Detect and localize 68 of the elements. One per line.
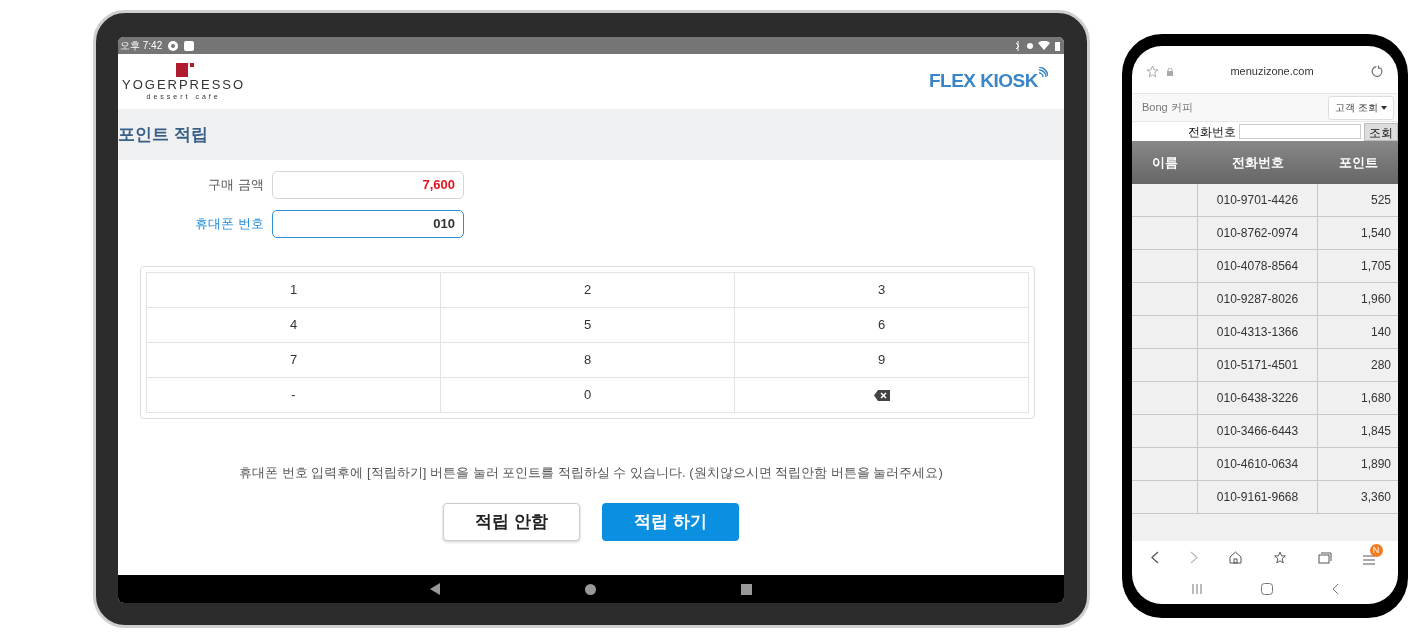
phone-search-field[interactable] bbox=[1239, 124, 1361, 139]
customer-menu-button[interactable]: 고객 조회 bbox=[1328, 95, 1394, 120]
column-header: 포인트 bbox=[1337, 153, 1379, 172]
points-cell-text: 140 bbox=[1369, 324, 1392, 341]
phone-number-cell: 010-4313-1366 bbox=[1198, 316, 1318, 348]
column-header: 전화번호 bbox=[1231, 153, 1285, 172]
keypad-key[interactable]: 0 bbox=[441, 378, 735, 413]
phone-number-cell: 010-8762-0974 bbox=[1198, 217, 1318, 249]
keypad-key[interactable]: 6 bbox=[735, 308, 1029, 343]
home-icon bbox=[585, 583, 596, 595]
keypad-key[interactable]: 4 bbox=[147, 308, 441, 343]
recents-icon bbox=[1191, 584, 1202, 594]
instruction-text: 휴대폰 번호 입력후에 [적립하기] 버튼을 눌러 포인트를 적립하실 수 있습니다. (원치않으시면 적립안함 버튼을 눌러주세요) bbox=[238, 464, 944, 482]
phone-number-cell: 010-9701-4426 bbox=[1198, 184, 1318, 216]
field-label: 구매 금액 bbox=[207, 176, 264, 195]
phone-number-cell: 010-4078-8564 bbox=[1198, 250, 1318, 282]
home-icon bbox=[1229, 551, 1243, 564]
notification-square-icon bbox=[184, 40, 195, 51]
points-cell-text: 1,960 bbox=[1359, 291, 1392, 308]
keypad-key[interactable]: 9 bbox=[735, 343, 1029, 378]
keypad-key[interactable]: - bbox=[147, 378, 441, 413]
page-title: 포인트 적립 bbox=[118, 123, 208, 146]
phone-number-cell: 010-4610-0634 bbox=[1198, 448, 1318, 480]
recents-icon bbox=[741, 583, 752, 595]
app-notification-icon bbox=[168, 40, 179, 51]
phone-number-cell: 010-9161-9668 bbox=[1198, 481, 1318, 513]
keypad-key[interactable]: 2 bbox=[441, 273, 735, 308]
search-label: 전화번호 bbox=[1188, 123, 1236, 141]
keypad-key[interactable]: 7 bbox=[147, 343, 441, 378]
back-icon bbox=[430, 583, 440, 595]
points-cell-text: 1,540 bbox=[1359, 225, 1392, 242]
phone-number-cell: 010-3466-6443 bbox=[1198, 415, 1318, 447]
home-button-icon bbox=[1260, 583, 1273, 595]
points-cell-text: 3,360 bbox=[1359, 489, 1392, 506]
status-icons bbox=[1014, 40, 1062, 51]
input-field[interactable]: 010 bbox=[272, 210, 464, 238]
points-cell-text: 1,890 bbox=[1359, 456, 1392, 473]
points-cell-text: 280 bbox=[1369, 357, 1392, 374]
column-header: 이름 bbox=[1151, 153, 1179, 172]
status-time: 오후 7:42 bbox=[120, 39, 163, 53]
field-label: 휴대폰 번호 bbox=[194, 215, 264, 234]
store-name: Bong 커피 bbox=[1142, 100, 1193, 116]
points-cell-text: 1,680 bbox=[1359, 390, 1392, 407]
lock-icon bbox=[1167, 67, 1173, 76]
menu-badge: N bbox=[1369, 543, 1383, 557]
url-text: menuzizone.com bbox=[1229, 64, 1315, 80]
phone-number-cell: 010-9287-8026 bbox=[1198, 283, 1318, 315]
tabs-icon bbox=[1317, 551, 1332, 564]
backspace-icon bbox=[873, 389, 890, 401]
bookmark-star-icon bbox=[1272, 551, 1287, 564]
phone-number-cell: 010-5171-4501 bbox=[1198, 349, 1318, 381]
keypad-key[interactable]: 8 bbox=[441, 343, 735, 378]
backspace-key[interactable] bbox=[735, 378, 1029, 413]
back-icon bbox=[1331, 583, 1339, 595]
keypad-key[interactable]: 3 bbox=[735, 273, 1029, 308]
reload-icon bbox=[1371, 65, 1384, 78]
input-field[interactable]: 7,600 bbox=[272, 171, 464, 199]
points-cell-text: 525 bbox=[1369, 192, 1392, 209]
caret-icon bbox=[1381, 105, 1387, 110]
flex-kiosk-logo: FLEX KIOSK bbox=[929, 67, 1048, 96]
points-cell-text: 1,845 bbox=[1359, 423, 1392, 440]
phone-number-cell: 010-6438-3226 bbox=[1198, 382, 1318, 414]
keypad-key[interactable]: 1 bbox=[147, 273, 441, 308]
star-icon bbox=[1146, 65, 1159, 78]
search-button[interactable]: 조회 bbox=[1364, 122, 1398, 141]
keypad-key[interactable]: 5 bbox=[441, 308, 735, 343]
points-cell-text: 1,705 bbox=[1359, 258, 1392, 275]
skip-button[interactable]: 적립 안함 bbox=[443, 502, 580, 541]
